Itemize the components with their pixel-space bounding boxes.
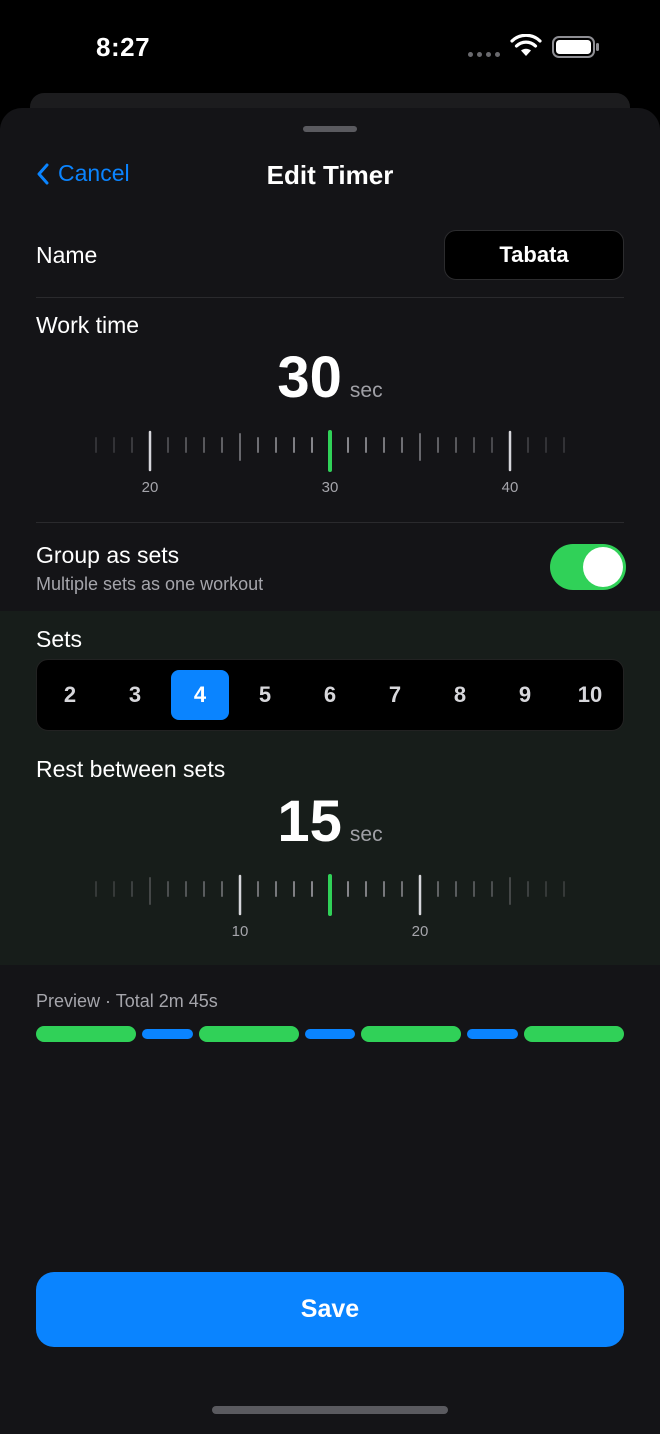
- set-option-6[interactable]: 6: [301, 670, 359, 720]
- preview-rest-segment: [142, 1029, 193, 1039]
- rest-ruler-tick-label: 20: [412, 923, 429, 940]
- set-option-8[interactable]: 8: [431, 670, 489, 720]
- status-time: 8:27: [96, 32, 151, 62]
- wifi-icon: [510, 34, 542, 56]
- work-time-ruler[interactable]: 20 30 40: [80, 430, 580, 500]
- page-title: Edit Timer: [266, 160, 394, 190]
- rest-ruler-tick-label: 10: [232, 923, 249, 940]
- work-time-unit: sec: [349, 379, 383, 402]
- save-button[interactable]: Save: [36, 1272, 624, 1347]
- work-time-label: Work time: [36, 312, 140, 338]
- work-ruler-tick-label: 20: [142, 479, 159, 496]
- group-sets-toggle[interactable]: [550, 544, 626, 590]
- preview-label: Preview · Total 2m 45s: [36, 991, 218, 1011]
- group-sets-subtitle: Multiple sets as one workout: [36, 574, 264, 594]
- set-option-7[interactable]: 7: [366, 670, 424, 720]
- set-option-4[interactable]: 4: [171, 670, 229, 720]
- preview-rest-segment: [467, 1029, 518, 1039]
- sets-label: Sets: [36, 626, 83, 652]
- rest-value: 15 sec: [0, 788, 660, 855]
- preview-work-segment: [36, 1026, 137, 1042]
- battery-icon: [552, 36, 599, 58]
- sets-panel: Sets 2 3 4 5 6 7 8 9 10 Rest between sets 15 sec …: [0, 611, 660, 965]
- work-time-number: 30: [277, 345, 342, 410]
- set-option-3[interactable]: 3: [106, 670, 164, 720]
- preview-rest-segment: [304, 1029, 356, 1039]
- toggle-knob: [583, 547, 623, 587]
- set-option-10[interactable]: 10: [561, 670, 619, 720]
- divider: [36, 522, 624, 523]
- edit-timer-sheet: Cancel Edit Timer Name Tabata Work time …: [0, 108, 660, 1434]
- status-bar: 8:27: [0, 0, 660, 94]
- group-sets-label: Group as sets: [36, 542, 180, 568]
- preview-work-segment: [198, 1026, 299, 1042]
- home-indicator: [212, 1406, 448, 1414]
- sheet-grabber[interactable]: [303, 126, 357, 132]
- preview-bar: [36, 1026, 624, 1042]
- work-ruler-tick-label: 30: [322, 479, 339, 496]
- divider: [36, 297, 624, 298]
- preview-work-segment: [523, 1026, 624, 1042]
- set-option-5[interactable]: 5: [236, 670, 294, 720]
- rest-unit: sec: [349, 823, 383, 846]
- sets-selector: 2 3 4 5 6 7 8 9 10: [36, 659, 624, 731]
- work-ruler-tick-label: 40: [502, 479, 519, 496]
- cellular-signal-icon: [468, 52, 500, 57]
- name-field[interactable]: Tabata: [444, 230, 624, 280]
- work-time-value: 30 sec: [0, 344, 660, 411]
- rest-ruler[interactable]: 10 20: [80, 874, 580, 944]
- rest-label: Rest between sets: [36, 756, 226, 782]
- set-option-9[interactable]: 9: [496, 670, 554, 720]
- set-option-2[interactable]: 2: [41, 670, 99, 720]
- preview-work-segment: [361, 1026, 462, 1042]
- name-label: Name: [36, 242, 98, 268]
- rest-number: 15: [277, 789, 342, 854]
